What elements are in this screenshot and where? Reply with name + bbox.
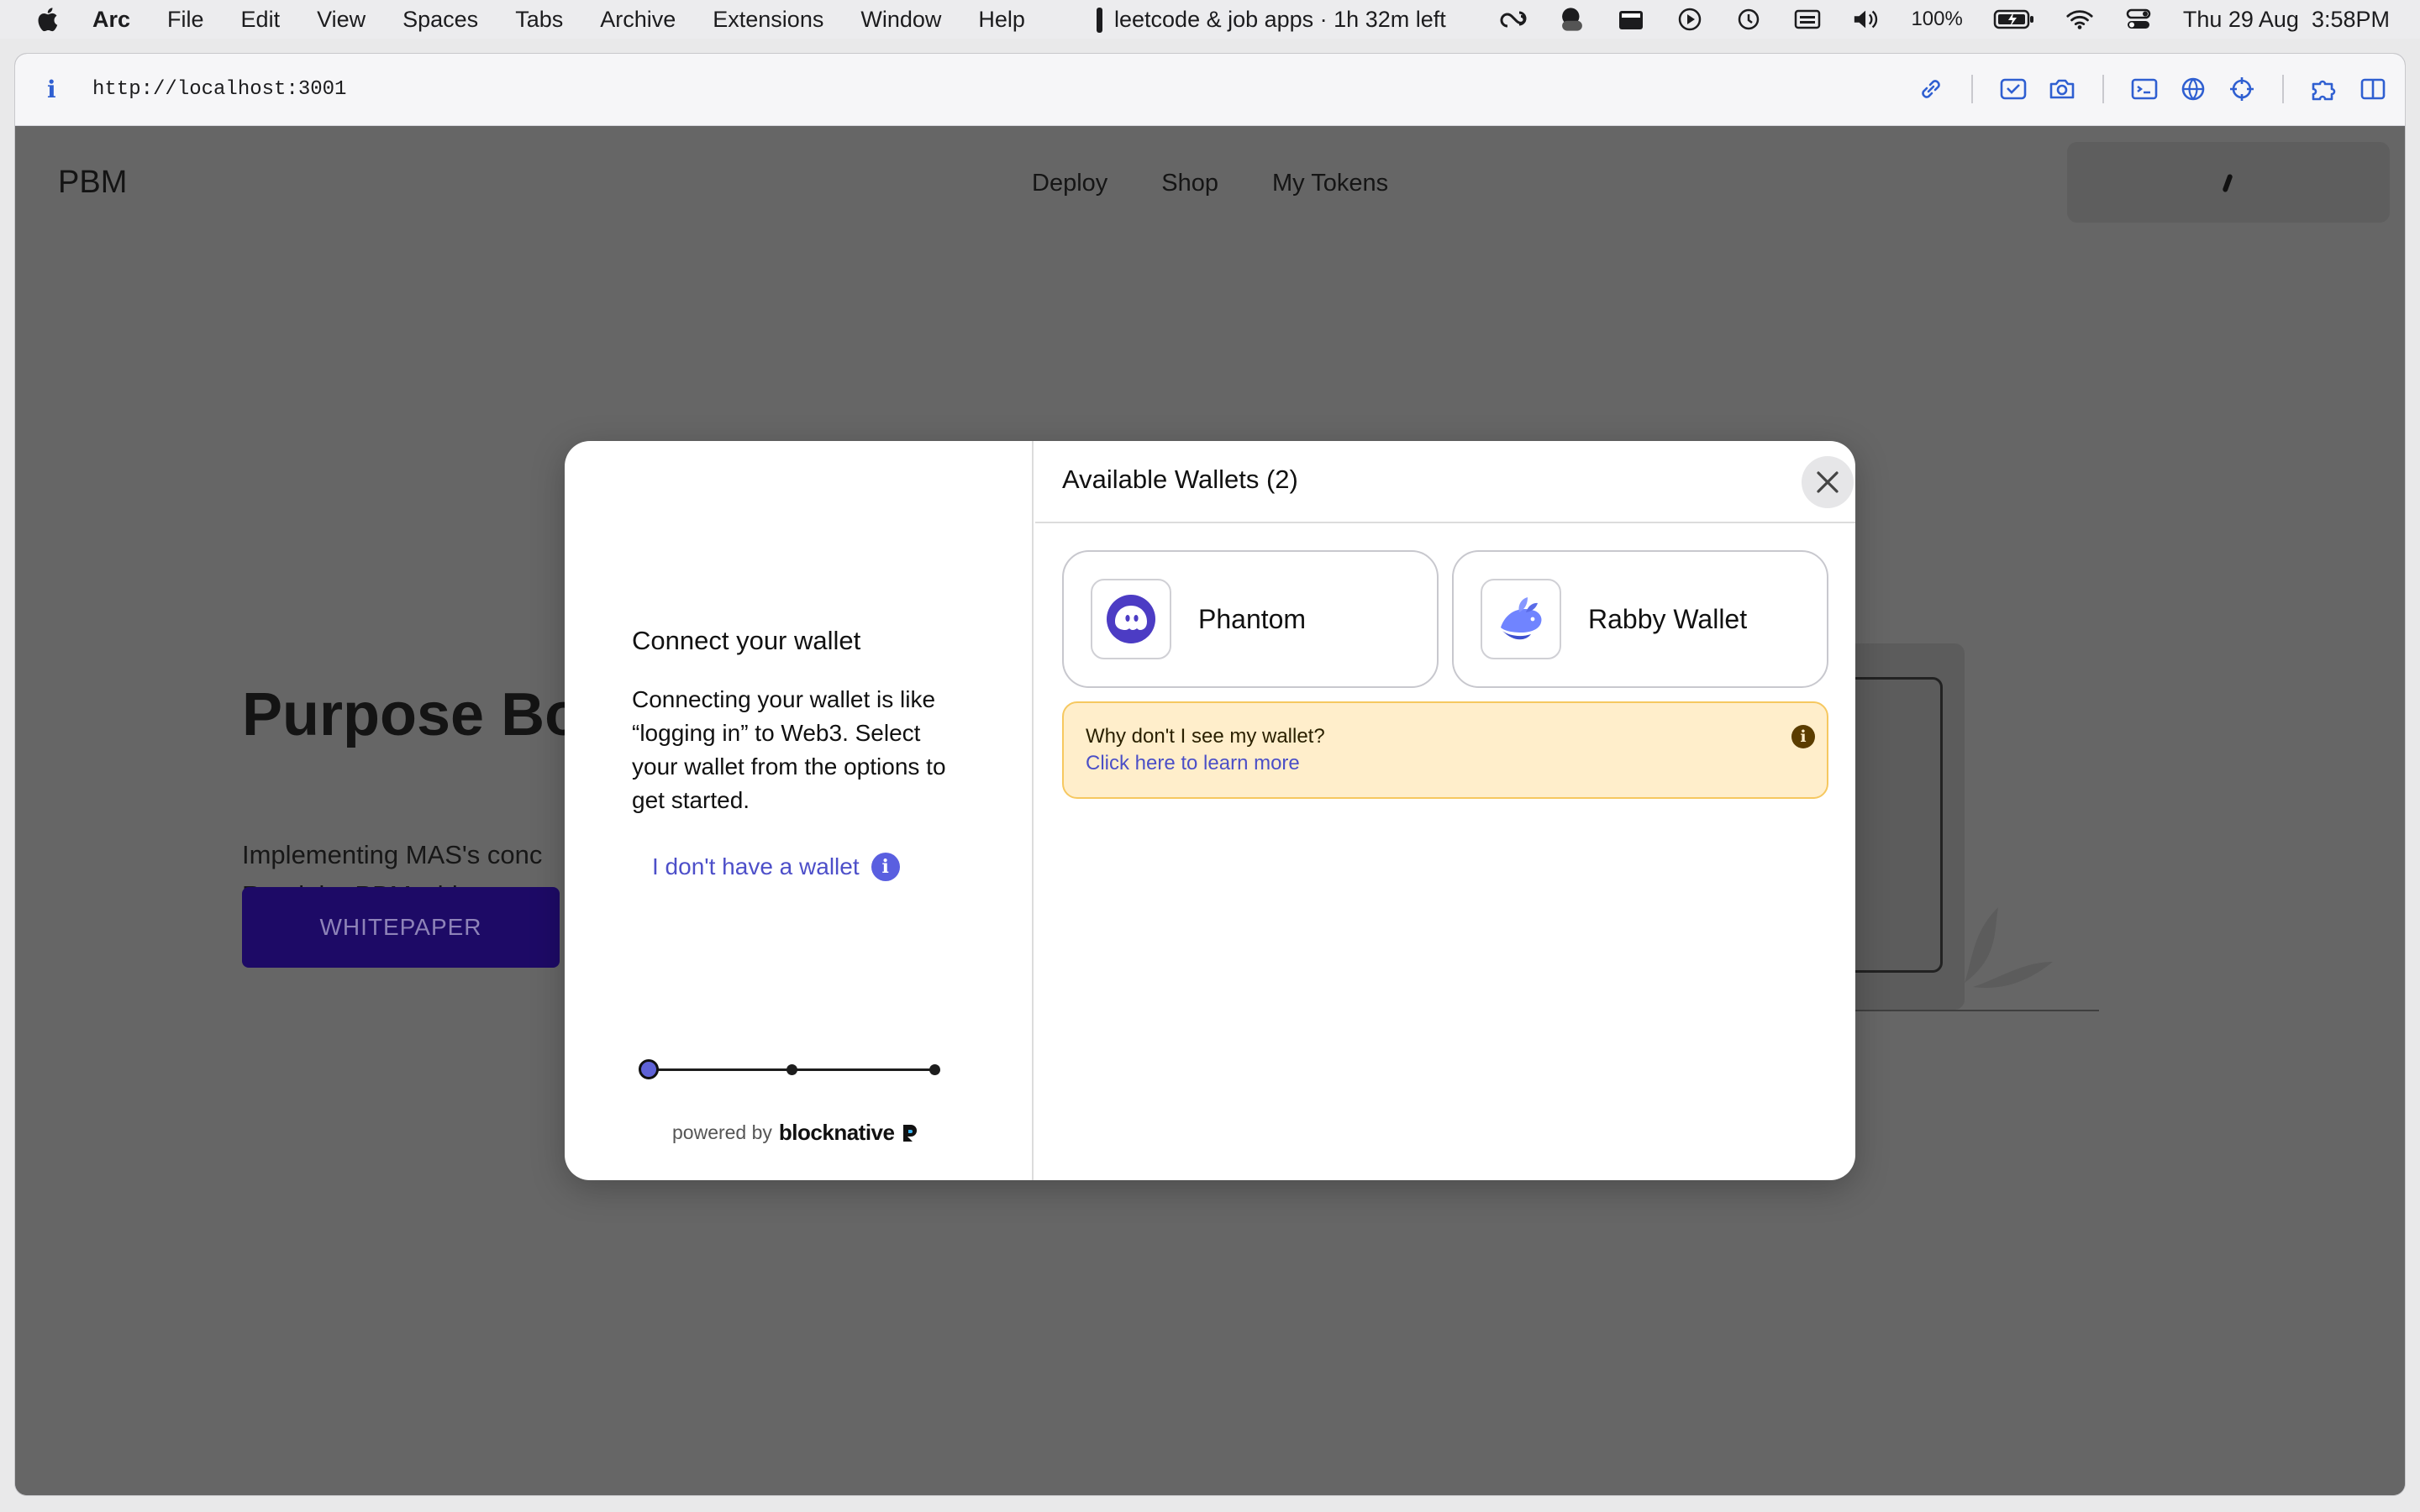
toolbar-divider <box>2102 75 2104 103</box>
close-button[interactable] <box>1802 456 1854 508</box>
connect-wallet-button[interactable] <box>2067 142 2390 223</box>
timer-bar-icon <box>1097 7 1102 33</box>
main-nav: Deploy Shop My Tokens <box>1032 170 1388 197</box>
no-wallet-link[interactable]: I don't have a wallet i <box>652 853 900 881</box>
wifi-icon[interactable] <box>2065 7 2094 32</box>
camera-icon[interactable] <box>2047 74 2077 104</box>
toolbar-divider <box>2282 75 2284 103</box>
info-icon[interactable]: i <box>871 853 900 881</box>
time-machine-icon[interactable] <box>1734 7 1763 32</box>
battery-icon[interactable] <box>1993 7 2035 32</box>
nav-deploy[interactable]: Deploy <box>1032 170 1107 197</box>
menu-file[interactable]: File <box>167 7 204 33</box>
wallet-panel-header: Available Wallets (2) <box>1035 441 1855 523</box>
menu-spaces[interactable]: Spaces <box>402 7 478 33</box>
site-logo[interactable]: PBM <box>58 165 127 201</box>
toolbar-divider <box>1971 75 1973 103</box>
loading-spinner-icon <box>2222 173 2233 193</box>
step-dot-1-active <box>639 1059 659 1079</box>
toolbar-icons <box>1916 74 2388 104</box>
connect-wallet-modal: Connect your wallet Connecting your wall… <box>565 441 1855 1180</box>
powered-by-prefix: powered by <box>672 1121 772 1143</box>
clapper-icon[interactable] <box>1617 7 1645 32</box>
whitepaper-button[interactable]: WHITEPAPER <box>242 887 560 968</box>
wallet-option-rabby[interactable]: Rabby Wallet <box>1452 550 1828 688</box>
powered-by[interactable]: powered by blocknative <box>672 1120 919 1146</box>
clock[interactable]: Thu 29 Aug 3:58PM <box>2183 7 2390 33</box>
status-area: 100% Thu 29 Aug 3:58PM <box>1499 0 2390 39</box>
keyboard-icon[interactable] <box>1793 7 1822 32</box>
nav-my-tokens[interactable]: My Tokens <box>1272 170 1388 197</box>
menu-tabs[interactable]: Tabs <box>515 7 563 33</box>
modal-description: Connecting your wallet is like “logging … <box>632 686 946 813</box>
step-dot-2 <box>786 1064 797 1075</box>
available-wallets-title: Available Wallets (2) <box>1062 465 1298 494</box>
battery-percent: 100% <box>1911 8 1963 30</box>
wallet-option-phantom[interactable]: Phantom <box>1062 550 1439 688</box>
volume-icon[interactable] <box>1852 7 1881 32</box>
sidebar-toggle-icon[interactable] <box>2358 74 2388 104</box>
wallet-help-notice: Why don't I see my wallet? Click here to… <box>1062 701 1828 799</box>
play-circle-icon[interactable] <box>1676 7 1704 32</box>
wallet-name-rabby: Rabby Wallet <box>1588 603 1748 634</box>
site-info-icon[interactable]: i <box>47 76 67 103</box>
wallet-name-phantom: Phantom <box>1198 603 1307 634</box>
web-page: PBM Deploy Shop My Tokens Purpose Bo Imp… <box>15 126 2405 1495</box>
menu-help[interactable]: Help <box>978 7 1025 33</box>
badge-app-icon[interactable] <box>1558 7 1586 32</box>
focus-timer[interactable]: leetcode & job apps · 1h 32m left <box>1097 7 1446 33</box>
rabby-icon <box>1481 579 1561 659</box>
terminal-icon[interactable] <box>2129 74 2160 104</box>
plant-leaf-icon <box>1965 907 2053 988</box>
hero-title: Purpose Bo <box>242 681 582 748</box>
nav-shop[interactable]: Shop <box>1161 170 1218 197</box>
menu-bar: Arc File Edit View Spaces Tabs Archive E… <box>0 0 2420 39</box>
control-center-icon[interactable] <box>2124 7 2153 32</box>
step-progress <box>639 1059 944 1079</box>
menu-edit[interactable]: Edit <box>241 7 281 33</box>
copy-link-icon[interactable] <box>1916 74 1946 104</box>
timer-text: leetcode & job apps · 1h 32m left <box>1114 7 1446 32</box>
hero-subtitle-line-1: Implementing MAS's conc <box>242 840 543 869</box>
apple-icon[interactable] <box>34 5 59 34</box>
learn-more-link[interactable]: Click here to learn more <box>1086 752 1300 775</box>
modal-sidebar: Connect your wallet Connecting your wall… <box>565 441 1034 1180</box>
no-wallet-label[interactable]: I don't have a wallet <box>652 853 860 880</box>
blocknative-logo-icon <box>903 1124 918 1142</box>
wallet-panel: Available Wallets (2) Phantom Rabby Wall… <box>1035 441 1855 1180</box>
menu-archive[interactable]: Archive <box>600 7 676 33</box>
notice-info-icon[interactable]: i <box>1791 725 1815 748</box>
capture-icon[interactable] <box>1998 74 2028 104</box>
phantom-icon <box>1091 579 1171 659</box>
crosshair-icon[interactable] <box>2227 74 2257 104</box>
address-bar[interactable]: i http://localhost:3001 <box>15 54 2405 126</box>
browser-window: i http://localhost:3001 PBM Deploy Shop … <box>15 54 2405 1495</box>
menu-window[interactable]: Window <box>860 7 941 33</box>
modal-heading: Connect your wallet <box>632 626 861 655</box>
extensions-icon[interactable] <box>2309 74 2339 104</box>
globe-icon[interactable] <box>2178 74 2208 104</box>
close-icon <box>1817 471 1839 493</box>
step-dot-3 <box>929 1064 940 1075</box>
menu-view[interactable]: View <box>317 7 366 33</box>
blocknative-brand: blocknative <box>778 1120 895 1145</box>
menu-extensions[interactable]: Extensions <box>713 7 823 33</box>
notice-question: Why don't I see my wallet? <box>1086 725 1325 748</box>
creative-cloud-icon[interactable] <box>1499 7 1528 32</box>
url-field[interactable]: http://localhost:3001 <box>92 78 346 101</box>
menu-app-name[interactable]: Arc <box>92 7 130 33</box>
